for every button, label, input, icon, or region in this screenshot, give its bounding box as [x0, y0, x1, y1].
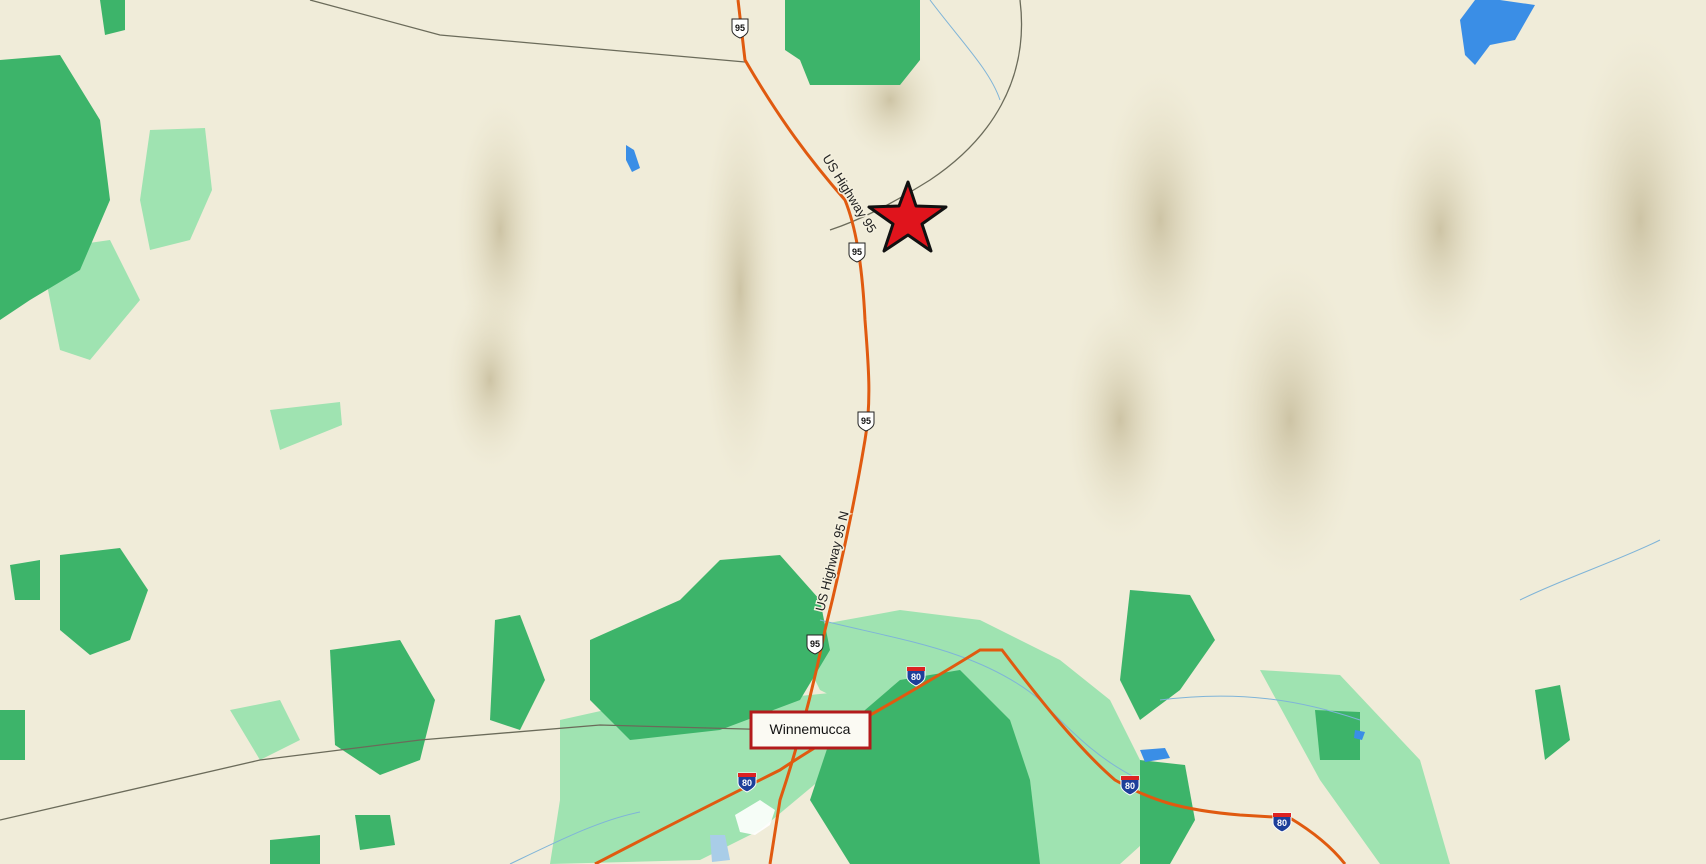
- svg-text:80: 80: [1125, 781, 1135, 791]
- us95-shield: 95: [857, 411, 875, 432]
- svg-text:95: 95: [810, 639, 820, 649]
- svg-text:80: 80: [911, 672, 921, 682]
- us95-shield: 95: [806, 634, 824, 655]
- svg-text:80: 80: [1277, 818, 1287, 828]
- city-label-winnemucca[interactable]: Winnemucca: [749, 710, 872, 750]
- svg-text:95: 95: [852, 247, 862, 257]
- map-layer: US Highway 95 US Highway 95 N 95 95 95 9…: [0, 0, 1706, 864]
- map-canvas[interactable]: US Highway 95 US Highway 95 N 95 95 95 9…: [0, 0, 1706, 864]
- us95-shield: 95: [731, 18, 749, 39]
- us95-shield: 95: [848, 242, 866, 263]
- svg-text:80: 80: [742, 778, 752, 788]
- svg-text:95: 95: [735, 23, 745, 33]
- svg-text:95: 95: [861, 416, 871, 426]
- city-name: Winnemucca: [770, 721, 851, 737]
